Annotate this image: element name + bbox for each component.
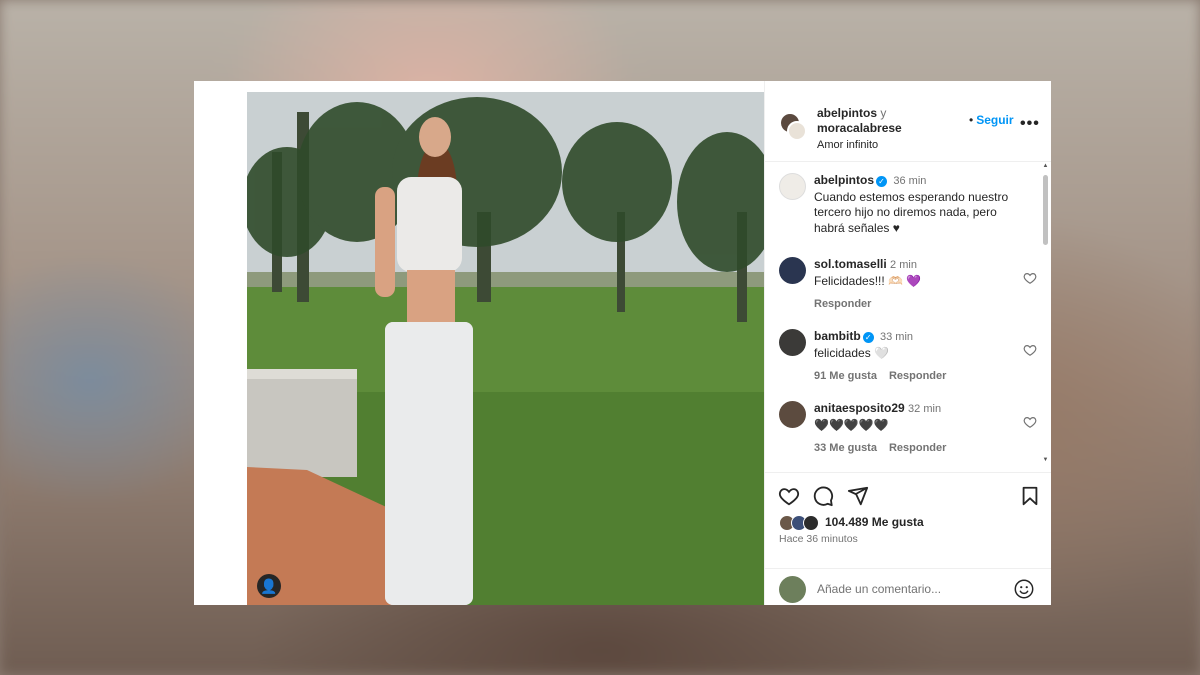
comment-username[interactable]: bambitb — [814, 329, 861, 343]
post-header: abelpintos y moracalabrese Amor infinito… — [765, 81, 1051, 162]
scrollbar-thumb[interactable] — [1043, 175, 1048, 245]
list-item: anitaesposito29 32 min 🖤🖤🖤🖤🖤 33 Me gusta… — [779, 401, 1037, 457]
avatar — [779, 576, 806, 603]
avatar[interactable] — [779, 173, 806, 200]
caption-time[interactable]: 36 min — [893, 175, 926, 187]
like-icon[interactable] — [778, 485, 800, 507]
avatar[interactable] — [779, 329, 806, 356]
post-actions: 104.489 Me gusta Hace 36 minutos — [765, 472, 1051, 605]
photo-illustration — [247, 92, 764, 605]
more-icon[interactable]: ••• — [1020, 115, 1040, 133]
scroll-up-icon[interactable]: ▲ — [1042, 163, 1049, 169]
comment-time[interactable]: 2 min — [890, 259, 917, 271]
post-authors: abelpintos y moracalabrese Amor infinito — [817, 106, 902, 153]
comment-text: felicidades 🤍 — [814, 345, 889, 360]
list-item: bambitb ✓ 33 min felicidades 🤍 91 Me gust… — [779, 329, 1037, 385]
scroll-down-icon[interactable]: ▼ — [1042, 457, 1049, 463]
comment-text: Felicidades!!! 🫶🏻 💜 — [814, 273, 922, 288]
list-item: sol.tomaselli 2 min Felicidades!!! 🫶🏻 💜 … — [779, 257, 1037, 313]
comment-time[interactable]: 32 min — [908, 403, 941, 415]
like-comment-icon[interactable] — [1023, 271, 1037, 285]
emoji-icon[interactable] — [1013, 578, 1035, 600]
comments-list[interactable]: abelpintos ✓ 36 min Cuando estemos espera… — [765, 163, 1051, 468]
comment-time[interactable]: 33 min — [880, 331, 913, 343]
comment-input[interactable] — [817, 579, 1007, 599]
liker-avatars — [779, 515, 823, 531]
author-username-2[interactable]: moracalabrese — [817, 121, 902, 136]
likes-count[interactable]: 104.489 Me gusta — [779, 515, 924, 531]
comment-likes[interactable]: 91 Me gusta — [814, 370, 877, 382]
caption-item: abelpintos ✓ 36 min Cuando estemos espera… — [779, 173, 1029, 236]
reply-button[interactable]: Responder — [889, 370, 946, 382]
comment-username[interactable]: anitaesposito29 — [814, 401, 905, 415]
comment-text: 🖤🖤🖤🖤🖤 — [814, 417, 889, 432]
post-time-ago[interactable]: Hace 36 minutos — [779, 533, 858, 545]
reply-button[interactable]: Responder — [814, 298, 871, 310]
tagged-user-icon[interactable]: 👤 — [257, 574, 281, 598]
verified-icon: ✓ — [876, 176, 888, 187]
reply-button[interactable]: Responder — [889, 442, 946, 454]
instagram-post-card: › 👤 abelpintos y moracalabrese Amor infi… — [194, 81, 1051, 605]
caption-username[interactable]: abelpintos — [814, 173, 874, 187]
likes-label: 104.489 Me gusta — [825, 515, 924, 530]
comment-icon[interactable] — [812, 485, 834, 507]
post-side-panel: abelpintos y moracalabrese Amor infinito… — [764, 81, 1051, 605]
like-comment-icon[interactable] — [1023, 415, 1037, 429]
comment-username[interactable]: sol.tomaselli — [814, 257, 887, 271]
bookmark-icon[interactable] — [1019, 485, 1041, 507]
avatar[interactable] — [779, 401, 806, 428]
follow-label: Seguir — [976, 113, 1014, 127]
comments-scrollbar[interactable]: ▲ ▼ — [1042, 163, 1049, 463]
add-comment-bar — [765, 568, 1051, 605]
post-photo[interactable]: › — [247, 92, 764, 605]
like-comment-icon[interactable] — [1023, 343, 1037, 357]
follow-button[interactable]: • Seguir — [969, 113, 1014, 127]
avatar[interactable] — [787, 121, 807, 141]
verified-icon: ✓ — [862, 332, 874, 343]
share-icon[interactable] — [847, 485, 869, 507]
left-gutter — [194, 81, 247, 605]
avatar[interactable] — [779, 257, 806, 284]
comment-likes[interactable]: 33 Me gusta — [814, 442, 877, 454]
authors-conjunction: y — [880, 106, 887, 120]
author-username-1[interactable]: abelpintos — [817, 106, 877, 120]
caption-text: Cuando estemos esperando nuestro tercero… — [814, 189, 1009, 235]
audio-label[interactable]: Amor infinito — [817, 138, 902, 153]
